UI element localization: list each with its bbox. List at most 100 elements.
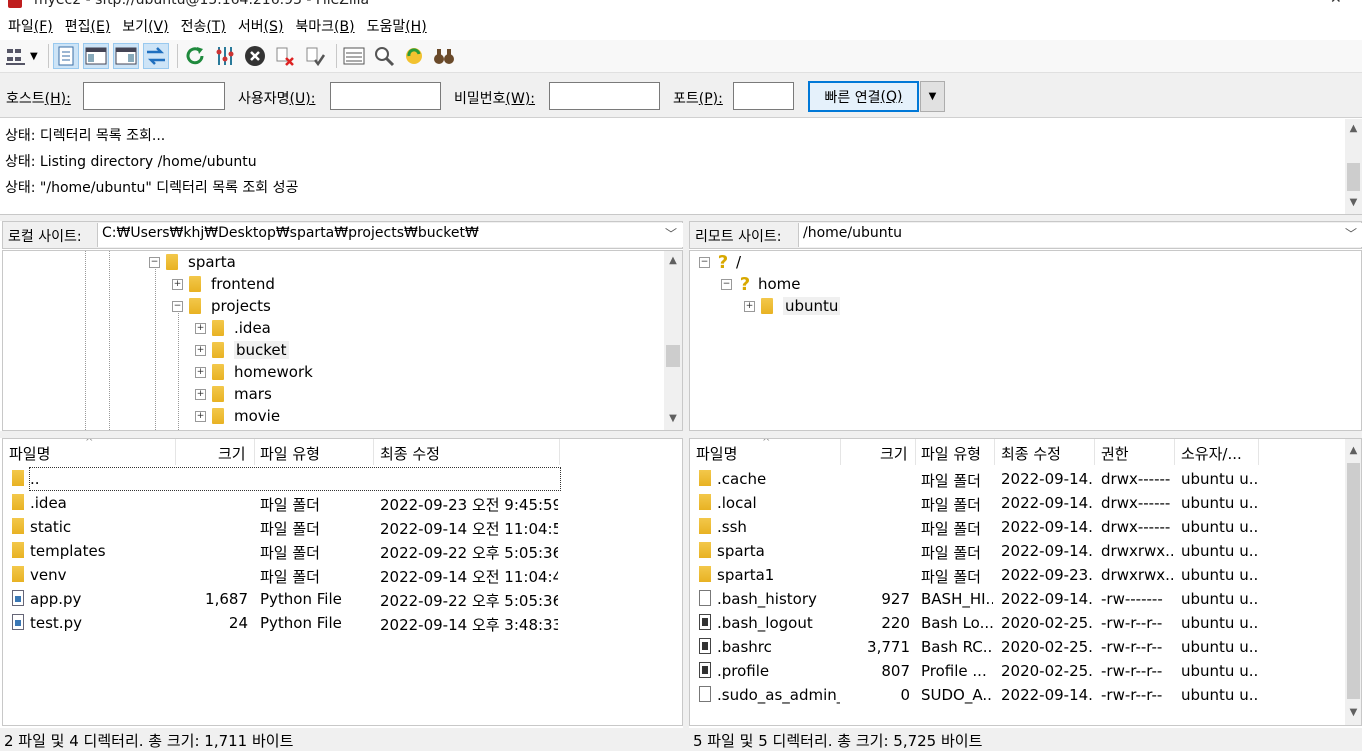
table-row[interactable]: sparta1 파일 폴더 2022-09-23... drwxrwx... u… [690, 563, 1361, 587]
scroll-up-icon[interactable]: ▲ [1345, 123, 1362, 134]
chevron-down-icon[interactable]: ﹀ [1345, 225, 1357, 242]
collapse-icon[interactable]: − [149, 256, 160, 268]
toggle-log-icon[interactable] [52, 43, 79, 69]
local-path-combobox[interactable]: C:₩Users₩khj₩Desktop₩sparta₩projects₩buc… [97, 223, 683, 247]
toggle-remote-tree-icon[interactable] [112, 43, 139, 69]
column-header-modified[interactable]: 최종 수정 [380, 443, 440, 464]
site-manager-dropdown-icon[interactable]: ▼ [30, 51, 38, 62]
table-row[interactable]: sparta 파일 폴더 2022-09-14... drwxrwx... ub… [690, 539, 1361, 563]
table-row[interactable]: .bash_history 927 BASH_HI... 2022-09-14.… [690, 587, 1361, 611]
splitter[interactable] [0, 431, 1362, 438]
column-header-type[interactable]: 파일 유형 [921, 443, 981, 464]
column-separator[interactable] [254, 439, 255, 465]
quickconnect-button[interactable]: 빠른 연결 (Q) [808, 81, 919, 112]
expand-icon[interactable]: + [195, 344, 206, 356]
expand-icon[interactable]: + [195, 322, 206, 334]
process-queue-icon[interactable] [212, 43, 238, 69]
port-input[interactable] [733, 82, 794, 110]
remote-list-scrollbar[interactable]: ▲ ▼ [1345, 439, 1361, 725]
tree-node-sparta[interactable]: − sparta [149, 251, 236, 273]
table-row[interactable]: venv 파일 폴더 2022-09-14 오전 11:04:41 [3, 563, 682, 587]
menu-file[interactable]: 파일(F) [4, 16, 61, 36]
scroll-up-icon[interactable]: ▲ [1345, 445, 1361, 456]
column-separator[interactable] [1094, 439, 1095, 465]
collapse-icon[interactable]: − [721, 278, 732, 290]
expand-icon[interactable]: + [744, 300, 755, 312]
tree-node-mars[interactable]: + mars [195, 383, 272, 405]
log-scrollbar[interactable]: ▲ ▼ [1345, 119, 1362, 214]
menu-transfer[interactable]: 전송(T) [177, 16, 234, 36]
column-separator[interactable] [840, 439, 841, 465]
column-header-size[interactable]: 크기 [218, 443, 246, 464]
column-header-size[interactable]: 크기 [880, 443, 908, 464]
toggle-local-tree-icon[interactable] [82, 43, 109, 69]
table-row[interactable]: .local 파일 폴더 2022-09-14... drwx------ ub… [690, 491, 1361, 515]
site-manager-icon[interactable] [4, 43, 30, 69]
refresh-icon[interactable] [182, 43, 208, 69]
tree-node-ubuntu[interactable]: + ubuntu [744, 295, 841, 317]
host-input[interactable] [83, 82, 225, 110]
column-header-modified[interactable]: 최종 수정 [1001, 443, 1061, 464]
reconnect-icon[interactable] [302, 43, 328, 69]
search-icon[interactable] [431, 43, 457, 69]
tree-node-projects[interactable]: − projects [172, 295, 271, 317]
menu-help[interactable]: 도움말(H) [363, 16, 435, 36]
expand-icon[interactable]: + [172, 278, 183, 290]
expand-icon[interactable]: + [195, 410, 206, 422]
table-row[interactable]: .profile 807 Profile ... 2020-02-25... -… [690, 659, 1361, 683]
column-header-filename[interactable]: 파일명 [9, 443, 50, 464]
column-separator[interactable] [559, 439, 560, 465]
table-row[interactable]: .idea 파일 폴더 2022-09-23 오전 9:45:59 [3, 491, 682, 515]
column-separator[interactable] [1174, 439, 1175, 465]
password-input[interactable] [549, 82, 660, 110]
column-separator[interactable] [915, 439, 916, 465]
scrollbar-thumb[interactable] [1347, 463, 1360, 699]
menu-bookmarks[interactable]: 북마크(B) [291, 16, 362, 36]
table-row[interactable]: .. [3, 467, 682, 491]
chevron-down-icon[interactable]: ﹀ [665, 225, 677, 242]
tree-node-idea[interactable]: + .idea [195, 317, 271, 339]
compare-icon[interactable] [371, 43, 397, 69]
sync-browse-icon[interactable] [401, 43, 427, 69]
scroll-down-icon[interactable]: ▼ [1345, 707, 1361, 718]
collapse-icon[interactable]: − [699, 256, 710, 268]
table-row[interactable]: templates 파일 폴더 2022-09-22 오후 5:05:36 [3, 539, 682, 563]
column-separator[interactable] [175, 439, 176, 465]
scroll-up-icon[interactable]: ▲ [664, 255, 682, 266]
tree-node-root[interactable]: −? / [699, 251, 741, 273]
column-header-filename[interactable]: 파일명 [696, 443, 737, 464]
minimize-icon[interactable]: — [1272, 0, 1286, 7]
table-row[interactable]: static 파일 폴더 2022-09-14 오전 11:04:53 [3, 515, 682, 539]
menu-server[interactable]: 서버(S) [234, 16, 292, 36]
column-header-type[interactable]: 파일 유형 [260, 443, 320, 464]
collapse-icon[interactable]: − [172, 300, 183, 312]
expand-icon[interactable]: + [195, 388, 206, 400]
column-separator[interactable] [1258, 439, 1259, 465]
table-row[interactable]: test.py 24 Python File 2022-09-14 오후 3:4… [3, 611, 682, 635]
table-row[interactable]: app.py 1,687 Python File 2022-09-22 오후 5… [3, 587, 682, 611]
tree-node-movie[interactable]: + movie [195, 405, 280, 427]
column-header-owner[interactable]: 소유자/... [1181, 443, 1242, 464]
cancel-icon[interactable] [242, 43, 268, 69]
table-row[interactable]: .bashrc 3,771 Bash RC... 2020-02-25... -… [690, 635, 1361, 659]
column-header-permissions[interactable]: 권한 [1101, 443, 1129, 464]
local-tree-scrollbar[interactable]: ▲ ▼ [664, 251, 682, 430]
username-input[interactable] [330, 82, 441, 110]
column-separator[interactable] [994, 439, 995, 465]
filter-icon[interactable] [341, 43, 367, 69]
table-row[interactable]: .sudo_as_admin_... 0 SUDO_A... 2022-09-1… [690, 683, 1361, 707]
tree-node-frontend[interactable]: + frontend [172, 273, 275, 295]
scroll-down-icon[interactable]: ▼ [664, 413, 682, 424]
scrollbar-thumb[interactable] [666, 345, 680, 367]
menu-edit[interactable]: 편집(E) [61, 16, 119, 36]
disconnect-icon[interactable] [272, 43, 298, 69]
toggle-queue-icon[interactable] [142, 43, 169, 69]
column-separator[interactable] [373, 439, 374, 465]
menu-view[interactable]: 보기(V) [118, 16, 176, 36]
table-row[interactable]: .ssh 파일 폴더 2022-09-14... drwx------ ubun… [690, 515, 1361, 539]
tree-node-bucket[interactable]: + bucket [195, 339, 289, 361]
close-icon[interactable]: ✕ [1330, 0, 1342, 7]
scrollbar-thumb[interactable] [1347, 163, 1360, 191]
table-row[interactable]: .cache 파일 폴더 2022-09-14... drwx------ ub… [690, 467, 1361, 491]
table-row[interactable]: .bash_logout 220 Bash Lo... 2020-02-25..… [690, 611, 1361, 635]
